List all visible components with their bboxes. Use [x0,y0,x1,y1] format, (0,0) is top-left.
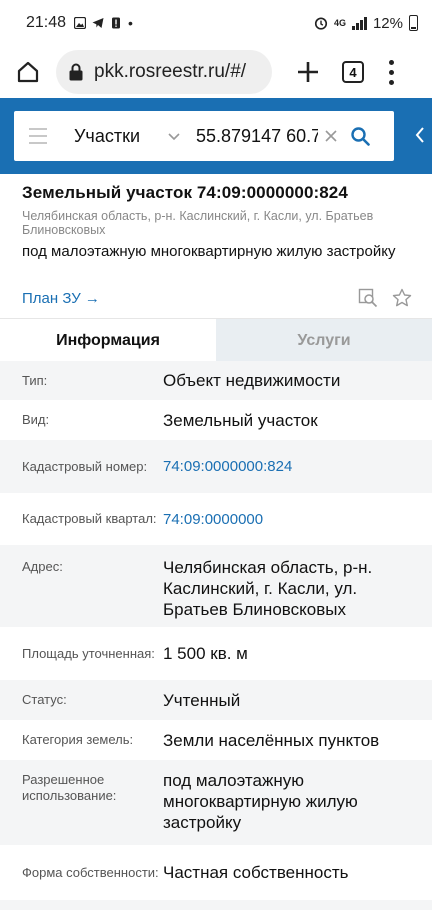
status-time: 21:48 [26,14,67,31]
info-label: Вид: [22,412,50,427]
search-box: Участки 55.879147 60.7 [14,111,394,161]
info-row-ownership: Форма собственности: Частная собственнос… [0,845,432,900]
tab-information[interactable]: Информация [0,319,216,362]
search-panel: Участки 55.879147 60.7 [0,98,432,174]
image-icon [74,17,87,29]
search-input[interactable]: 55.879147 60.7 [196,126,318,147]
url-text: pkk.rosreestr.ru/#/ [94,61,247,82]
info-row-status: Статус: Учтенный [0,680,432,720]
signal-icon [351,16,367,30]
tab-services[interactable]: Услуги [216,319,432,362]
info-row-type: Тип: Объект недвижимости [0,361,432,400]
cadastral-number-link[interactable]: 74:09:0000000:824 [163,456,410,477]
address-bar[interactable]: pkk.rosreestr.ru/#/ [56,50,272,94]
info-tabs: Информация Услуги [0,318,432,362]
info-label: Кадастровый квартал: [22,511,157,526]
info-label: Кадастровый номер: [22,458,148,474]
search-icon[interactable] [350,126,370,146]
info-table: Тип: Объект недвижимости Вид: Земельный … [0,361,432,910]
clear-icon[interactable] [324,129,338,143]
browser-toolbar: pkk.rosreestr.ru/#/ 4 [0,46,432,98]
info-label: Адрес: [22,559,63,574]
battery-icon [409,15,418,31]
info-value: Земли населённых пунктов [163,730,380,750]
battery-percent: 12% [372,14,403,32]
object-header: Земельный участок 74:09:0000000:824 Челя… [0,174,432,260]
info-row-address: Адрес: Челябинская область, р-н. Каслинс… [0,545,432,627]
info-row-cadastral-quarter: Кадастровый квартал: 74:09:0000000 [0,493,432,545]
search-category-select[interactable]: Участки [74,126,154,147]
more-notifications-dot: • [128,15,133,31]
info-row-cadastral-number: Кадастровый номер: 74:09:0000000:824 [0,440,432,493]
search-on-map-icon[interactable] [358,288,378,308]
object-purpose: под малоэтажную многоквартирную жилую за… [22,243,396,260]
status-bar: 21:48 • 4G 12% [0,0,432,46]
plan-link[interactable]: План ЗУ → [22,290,100,307]
network-type: 4G [333,17,346,28]
info-value: 1 500 кв. м [163,644,248,663]
browser-menu-button[interactable] [386,59,396,85]
object-address: Челябинская область, р-н. Каслинский, г.… [22,209,374,237]
info-value: Учтенный [163,690,241,710]
chevron-down-icon[interactable] [166,128,182,144]
info-value: Частная собственность [163,863,349,882]
home-icon [17,61,39,83]
new-tab-button[interactable] [292,56,324,88]
info-value: Земельный участок [163,410,318,430]
notification-icons: • [74,15,133,31]
info-label: Форма собственности: [22,864,159,880]
info-row-area: Площадь уточненная: 1 500 кв. м [0,627,432,680]
info-label: Площадь уточненная: [22,645,155,661]
collapse-panel-icon[interactable] [414,126,426,144]
plan-row: План ЗУ → [22,287,412,309]
tab-switcher-button[interactable]: 4 [342,61,364,83]
info-label: Категория земель: [22,732,134,747]
info-label: Разрешенное использование: [22,772,117,803]
alarm-icon [314,17,328,30]
info-value: Челябинская область, р-н. Каслинский, г.… [163,558,373,619]
info-value: Объект недвижимости [163,371,341,390]
info-label: Статус: [22,692,67,707]
home-button[interactable] [10,54,46,90]
star-icon[interactable] [392,288,412,308]
info-row-permitted-use: Разрешенное использование: под малоэтажн… [0,760,432,845]
info-row-next [0,900,432,910]
tab-count: 4 [349,64,357,80]
telegram-icon [92,18,104,28]
info-row-kind: Вид: Земельный участок [0,400,432,440]
info-row-land-category: Категория земель: Земли населённых пункт… [0,720,432,760]
cadastral-quarter-link[interactable]: 74:09:0000000 [163,509,410,530]
plus-icon [298,62,318,82]
info-label: Тип: [22,372,48,388]
alert-icon [112,17,121,29]
lock-icon [69,63,83,81]
menu-icon[interactable] [14,128,62,144]
info-value: под малоэтажную многоквартирную жилую за… [163,771,358,832]
object-title: Земельный участок 74:09:0000000:824 [22,183,348,202]
